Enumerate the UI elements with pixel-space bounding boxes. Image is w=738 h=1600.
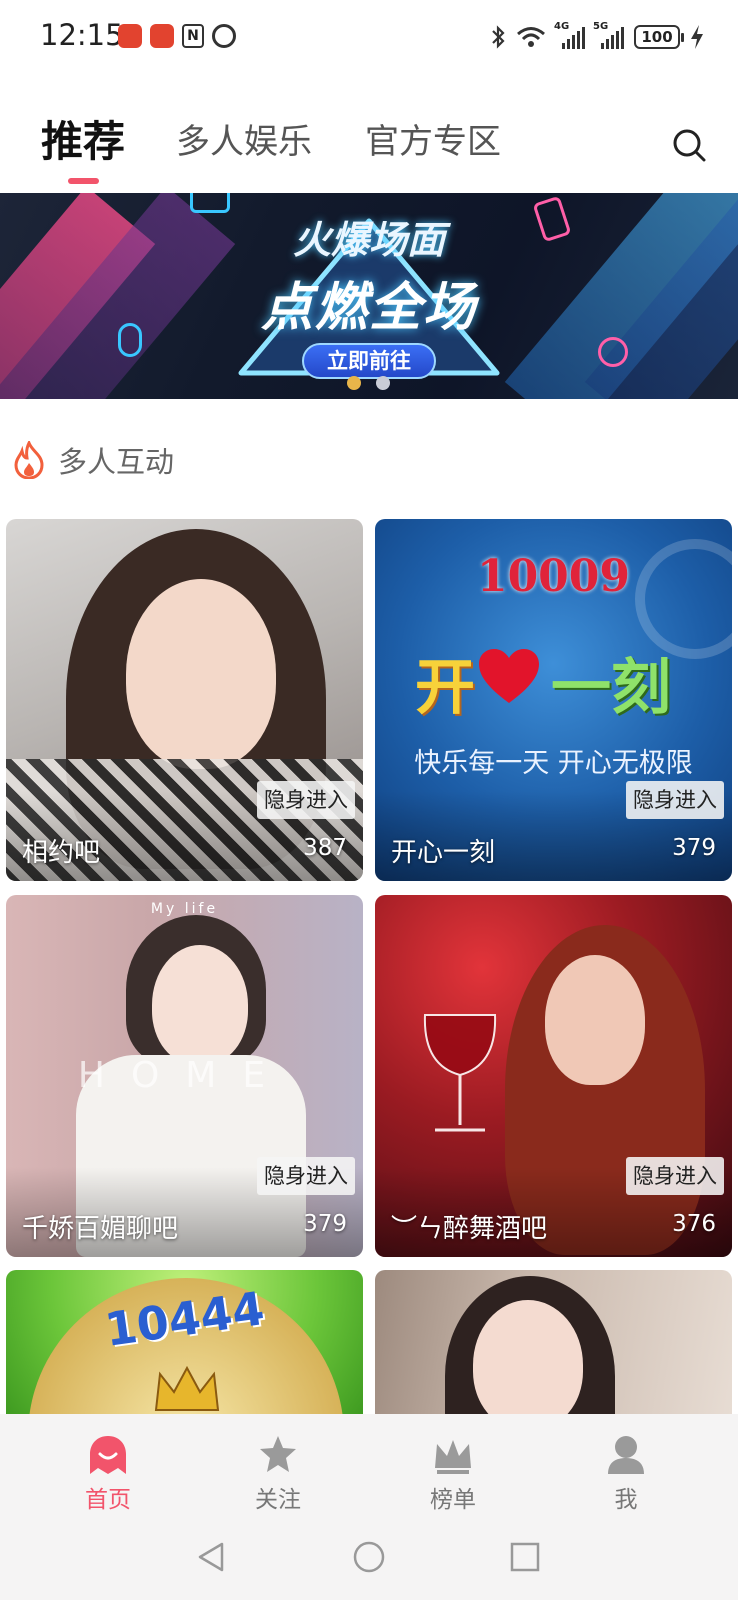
banner-page-dot-active[interactable] — [347, 376, 361, 390]
charging-icon — [691, 25, 703, 49]
fire-icon — [14, 441, 44, 479]
incognito-enter-button[interactable]: 隐身进入 — [626, 1157, 724, 1195]
banner-go-button[interactable]: 立即前往 — [302, 343, 436, 379]
room-cover-figure — [545, 955, 645, 1085]
tab-official-zone[interactable]: 官方专区 — [365, 114, 501, 163]
room-card[interactable] — [375, 1270, 732, 1414]
nav-follow-label: 关注 — [255, 1487, 301, 1513]
signal-4g-icon: 4G — [554, 21, 585, 49]
room-member-count: 379 — [672, 835, 716, 861]
app-notification-icon — [118, 24, 142, 48]
nav-me[interactable]: 我 — [566, 1428, 686, 1518]
room-card[interactable]: 隐身进入 ︶ㄣ醉舞酒吧 376 — [375, 895, 732, 1257]
promo-banner[interactable]: 火爆场面 点燃全场 立即前往 — [0, 193, 738, 399]
crown-icon — [154, 1365, 220, 1411]
wifi-icon — [517, 27, 545, 47]
active-tab-indicator — [68, 178, 99, 184]
nfc-icon: N — [182, 24, 204, 48]
star-icon — [260, 1436, 296, 1472]
poster-number: 10009 — [476, 551, 631, 602]
incognito-enter-button[interactable]: 隐身进入 — [257, 1157, 355, 1195]
room-member-count: 379 — [303, 1211, 347, 1237]
room-name: 开心一刻 — [391, 838, 496, 868]
banner-title: 火爆场面 — [292, 218, 445, 262]
bluetooth-icon — [492, 25, 505, 49]
signal-5g-icon: 5G — [593, 21, 624, 49]
room-card[interactable]: 10009 开 一刻 快乐每一天 开心无极限 隐身进入 开心一刻 379 — [375, 519, 732, 881]
incognito-enter-button[interactable]: 隐身进入 — [626, 781, 724, 819]
incognito-enter-button[interactable]: 隐身进入 — [257, 781, 355, 819]
room-card[interactable]: 隐身进入 相约吧 387 — [6, 519, 363, 881]
room-member-count: 376 — [672, 1211, 716, 1237]
nav-follow[interactable]: 关注 — [218, 1428, 338, 1518]
nav-rankings-label: 榜单 — [430, 1487, 476, 1513]
battery-level: 100 — [641, 28, 673, 46]
nav-rankings[interactable]: 榜单 — [393, 1428, 513, 1518]
bottom-nav: 首页 关注 榜单 我 — [0, 1414, 738, 1520]
status-bar: 12:15 N 4G 5G 100 — [0, 0, 738, 74]
recent-apps-icon[interactable] — [508, 1540, 542, 1574]
home-circle-icon[interactable] — [352, 1540, 386, 1574]
banner-page-dot[interactable] — [376, 376, 390, 390]
search-icon[interactable] — [672, 128, 706, 162]
poster-title: 开 — [415, 653, 475, 723]
nav-home-label: 首页 — [85, 1487, 131, 1513]
room-cover-figure — [126, 579, 276, 769]
wine-glass-icon — [423, 1014, 497, 1132]
poster-slogan: 快乐每一天 开心无极限 — [414, 748, 693, 779]
room-name: 千娇百媚聊吧 — [22, 1214, 179, 1244]
room-member-count: 387 — [303, 835, 347, 861]
nav-me-label: 我 — [614, 1487, 638, 1513]
battery-indicator: 100 — [634, 25, 684, 49]
person-icon — [608, 1436, 644, 1474]
system-nav-bar — [0, 1520, 738, 1600]
room-name: 相约吧 — [22, 838, 101, 868]
top-tab-bar: 推荐 多人娱乐 官方专区 — [0, 100, 738, 190]
tab-recommend[interactable]: 推荐 — [41, 108, 125, 169]
poster-title: 一刻 — [551, 653, 671, 723]
room-name: ︶ㄣ醉舞酒吧 — [391, 1214, 548, 1244]
status-time: 12:15 — [40, 18, 124, 52]
section-header: 多人互动 — [12, 440, 174, 480]
network-type-label: 4G — [554, 21, 570, 32]
poster-watermark: HOME — [77, 1055, 292, 1096]
back-icon[interactable] — [194, 1540, 228, 1574]
app-notification-icon — [150, 24, 174, 48]
nav-home[interactable]: 首页 — [48, 1428, 168, 1518]
room-card[interactable]: 10444 — [6, 1270, 363, 1414]
crown-icon — [435, 1440, 471, 1474]
alarm-icon — [212, 24, 236, 48]
home-ghost-icon — [90, 1436, 126, 1474]
heart-icon — [479, 649, 539, 703]
poster-top-text: My life — [150, 901, 219, 917]
room-cover-figure — [152, 945, 248, 1065]
watch-icon — [598, 337, 628, 367]
network-type-label: 5G — [593, 21, 609, 32]
banner-subtitle: 点燃全场 — [260, 278, 477, 338]
room-card[interactable]: My life HOME 隐身进入 千娇百媚聊吧 379 — [6, 895, 363, 1257]
tab-multiplayer-entertainment[interactable]: 多人娱乐 — [176, 114, 312, 163]
section-title: 多人互动 — [58, 445, 175, 479]
